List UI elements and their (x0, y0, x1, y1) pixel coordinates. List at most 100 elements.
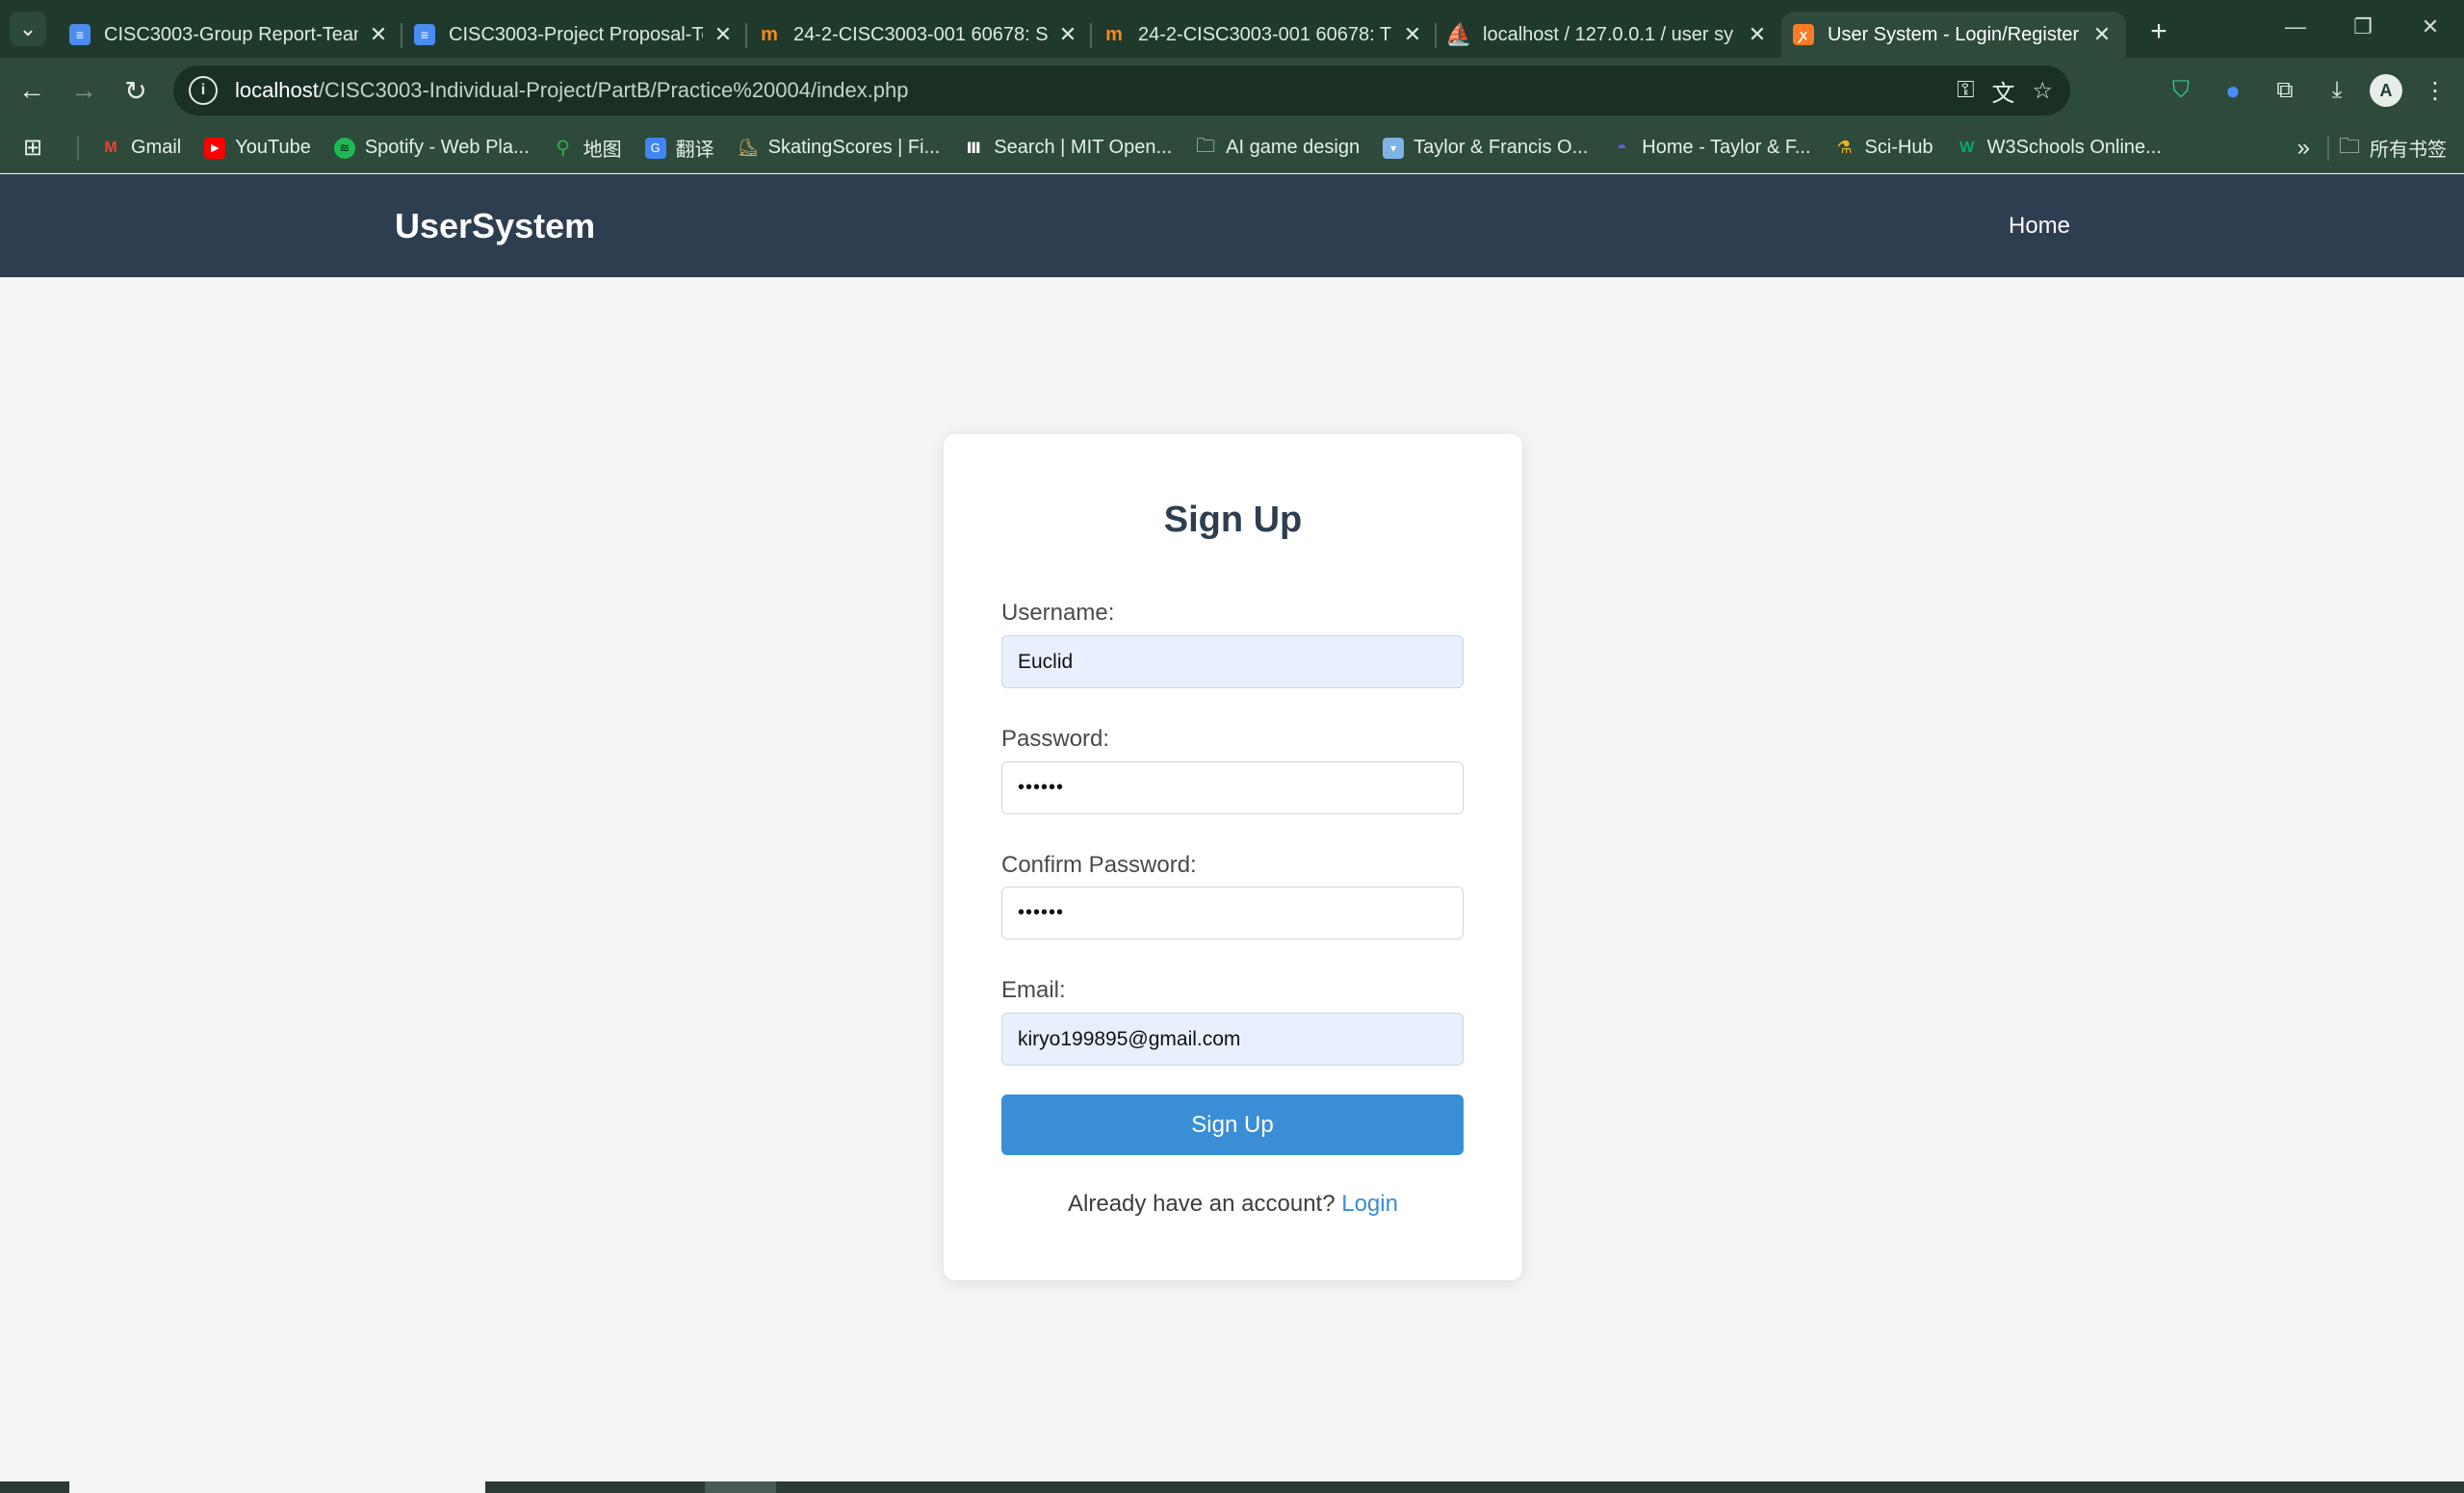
tab-close-icon[interactable]: ✕ (1745, 22, 1770, 47)
password-key-icon[interactable]: ⚿ (1957, 77, 1974, 104)
bookmark-spotify[interactable]: ≋ Spotify - Web Pla... (333, 137, 530, 159)
all-bookmarks-label: 所有书签 (2370, 140, 2447, 161)
site-header: UserSystem Home (0, 174, 2464, 277)
bookmark-label: Sci-Hub (1864, 137, 1933, 158)
bookmark-label: Gmail (131, 137, 182, 158)
tab-title: 24-2-CISC3003-001 60678: T (1138, 23, 1392, 45)
download-icon[interactable]: ⤓ (2318, 71, 2356, 110)
folder-icon: 🗀 (2338, 133, 2360, 158)
taylor-francis-icon: ▾ (1383, 137, 1405, 159)
bookmark-label: SkatingScores | Fi... (767, 137, 941, 158)
bookmarks-divider (2327, 135, 2329, 161)
password-label: Password: (1001, 726, 1110, 752)
bookmark-scihub[interactable]: ⚗ Sci-Hub (1834, 137, 1933, 159)
bookmark-taylor-francis[interactable]: ▾ Taylor & Francis O... (1383, 137, 1588, 159)
browser-tab[interactable]: ≡ CISC3003-Project Proposal-Te ✕ (402, 12, 747, 58)
email-input[interactable]: kiryo199895@gmail.com (1001, 1013, 1464, 1066)
login-link[interactable]: Login (1341, 1191, 1398, 1217)
os-taskbar (0, 1481, 2464, 1493)
more-bookmarks-chevron-icon[interactable]: » (2297, 135, 2310, 162)
username-label: Username: (1001, 600, 1115, 626)
tab-close-icon[interactable]: ✕ (2089, 22, 2114, 47)
tab-list: ≡ CISC3003-Group Report-Team ✕ ≡ CISC300… (58, 6, 2178, 58)
w3schools-icon: W (1959, 139, 1975, 156)
moodle-icon: m (1105, 23, 1123, 45)
bookmark-translate[interactable]: G 翻译 (644, 134, 714, 162)
youtube-icon: ▶ (204, 137, 226, 159)
tab-search-chevron-icon[interactable]: ⌄ (10, 12, 46, 46)
bookmarks-divider (77, 135, 79, 161)
bookmark-label: W3Schools Online... (1986, 137, 2162, 158)
restore-icon[interactable]: ❐ (2329, 0, 2397, 54)
bookmark-mit[interactable]: Ⅲ Search | MIT Open... (963, 137, 1172, 159)
url-path: /CISC3003-Individual-Project/PartB/Pract… (318, 78, 909, 102)
reload-icon[interactable]: ↻ (110, 64, 162, 116)
bookmarks-bar: ⊞ M Gmail ▶ YouTube ≋ Spotify - Web Pla.… (0, 123, 2464, 173)
site-info-icon[interactable]: i (189, 76, 218, 105)
translate-page-icon[interactable]: 文 (1991, 74, 2014, 108)
kebab-menu-icon[interactable]: ⋮ (2416, 71, 2454, 110)
bookmark-label: 翻译 (675, 140, 714, 161)
window-controls: — ❐ ✕ (2262, 0, 2464, 54)
username-input[interactable]: Euclid (1001, 635, 1464, 688)
taylor-home-icon: ◓ (1616, 138, 1627, 157)
bookmark-star-icon[interactable]: ☆ (2032, 77, 2053, 105)
login-prompt-text: Already have an account? (1068, 1191, 1342, 1217)
sign-up-button[interactable]: Sign Up (1001, 1094, 1464, 1155)
bookmark-skatingscores[interactable]: ⛸ SkatingScores | Fi... (737, 137, 941, 159)
browser-tab[interactable]: m 24-2-CISC3003-001 60678: T ✕ (1092, 12, 1437, 58)
browser-toolbar: ← → ↻ i localhost/CISC3003-Individual-Pr… (0, 58, 2464, 123)
bookmark-label: Search | MIT Open... (994, 137, 1173, 158)
taskbar-window[interactable] (69, 1481, 485, 1493)
nav-home-link[interactable]: Home (2009, 213, 2070, 240)
new-tab-icon[interactable]: + (2140, 15, 2178, 58)
confirm-password-input[interactable]: •••••• (1001, 887, 1464, 940)
spotify-icon: ≋ (333, 137, 355, 159)
bookmark-gmail[interactable]: M Gmail (100, 137, 181, 159)
xampp-icon: ꭗ (1793, 24, 1814, 45)
profile-avatar-icon[interactable]: A (2370, 74, 2402, 107)
tab-title: CISC3003-Project Proposal-Te (449, 23, 703, 45)
minimize-icon[interactable]: — (2262, 0, 2329, 54)
back-icon[interactable]: ← (6, 64, 58, 116)
bookmark-label: AI game design (1226, 137, 1361, 158)
login-prompt: Already have an account? Login (944, 1191, 1522, 1218)
all-bookmarks-button[interactable]: 🗀 所有书签 (2339, 130, 2447, 167)
phpmyadmin-icon: ⛵ (1445, 22, 1472, 46)
moodle-icon: m (761, 23, 778, 45)
email-label: Email: (1001, 977, 1066, 1003)
forward-icon[interactable]: → (58, 64, 110, 116)
url-text[interactable]: localhost/CISC3003-Individual-Project/Pa… (235, 78, 909, 103)
browser-tab[interactable]: m 24-2-CISC3003-001 60678: S ✕ (747, 12, 1092, 58)
google-docs-icon: ≡ (69, 24, 91, 45)
bookmark-w3schools[interactable]: W W3Schools Online... (1957, 137, 2162, 159)
puzzle-extensions-icon[interactable]: ⧉ (2266, 71, 2304, 110)
tab-close-icon[interactable]: ✕ (1055, 22, 1080, 47)
bookmark-label: YouTube (235, 137, 311, 158)
blue-dot-extension-icon[interactable]: ● (2214, 71, 2252, 110)
shield-extension-icon[interactable]: ⛉ (2162, 71, 2200, 110)
site-brand[interactable]: UserSystem (395, 206, 595, 246)
url-host: localhost (235, 78, 319, 102)
browser-tab[interactable]: ≡ CISC3003-Group Report-Team ✕ (58, 12, 402, 58)
window-close-icon[interactable]: ✕ (2397, 0, 2464, 54)
apps-grid-icon[interactable]: ⊞ (23, 134, 52, 162)
taskbar-window[interactable] (705, 1481, 776, 1493)
maps-icon: ⚲ (556, 138, 570, 159)
folder-icon: 🗀 (1196, 135, 1216, 157)
scihub-icon: ⚗ (1836, 138, 1853, 157)
google-docs-icon: ≡ (414, 24, 435, 45)
tab-title: User System - Login/Register (1828, 23, 2080, 45)
tab-close-icon[interactable]: ✕ (711, 22, 736, 47)
bookmark-folder-ai-game-design[interactable]: 🗀 AI game design (1195, 135, 1361, 159)
bookmark-maps[interactable]: ⚲ 地图 (553, 134, 621, 162)
bookmark-youtube[interactable]: ▶ YouTube (204, 137, 311, 159)
gmail-icon: M (104, 139, 117, 156)
bookmark-taylor-home[interactable]: ◓ Home - Taylor & F... (1611, 137, 1811, 159)
tab-close-icon[interactable]: ✕ (1400, 22, 1425, 47)
address-bar[interactable]: i localhost/CISC3003-Individual-Project/… (173, 65, 2070, 116)
password-input[interactable]: •••••• (1001, 761, 1464, 814)
browser-tab-active[interactable]: ꭗ User System - Login/Register ✕ (1781, 12, 2126, 58)
tab-close-icon[interactable]: ✕ (366, 22, 391, 47)
browser-tab[interactable]: ⛵ localhost / 127.0.0.1 / user sy ✕ (1437, 12, 1781, 58)
